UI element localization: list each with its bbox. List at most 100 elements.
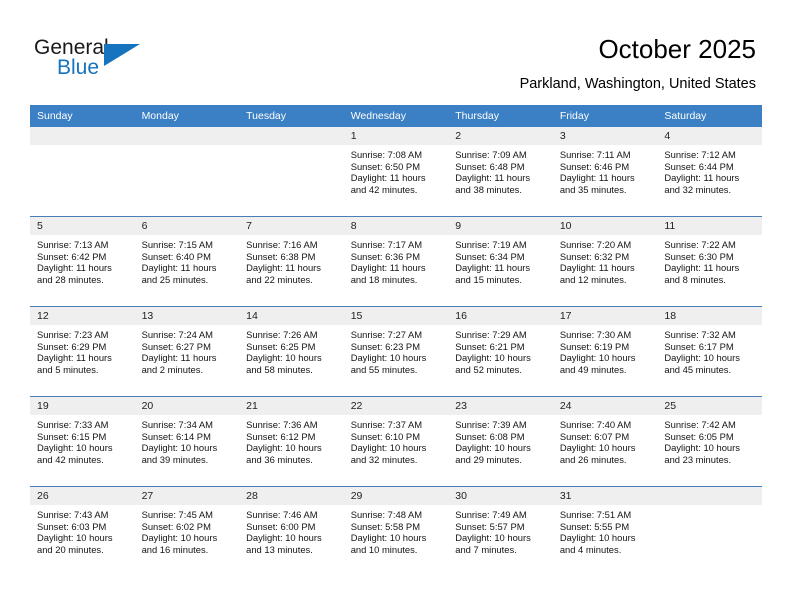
day-cell-inner: [239, 127, 344, 216]
calendar-week-row: 19 Sunrise: 7:33 AM Sunset: 6:15 PM Dayligh…: [30, 396, 762, 487]
calendar-day-cell[interactable]: 25 Sunrise: 7:42 AM Sunset: 6:05 PM Dayligh…: [657, 396, 762, 487]
sunrise-text: Sunrise: 7:11 AM: [559, 149, 631, 160]
calendar-day-cell[interactable]: 10 Sunrise: 7:20 AM Sunset: 6:32 PM Dayligh…: [552, 216, 658, 307]
calendar-week-row: 1 Sunrise: 7:08 AM Sunset: 6:50 PM Daylight…: [30, 127, 762, 217]
calendar-day-cell[interactable]: 5 Sunrise: 7:13 AM Sunset: 6:42 PM Daylight…: [30, 216, 135, 307]
sunrise-text: Sunrise: 7:48 AM: [350, 509, 423, 520]
day-cell-inner: 23 Sunrise: 7:39 AM Sunset: 6:08 PM Dayligh…: [448, 397, 553, 486]
calendar-day-cell[interactable]: 28 Sunrise: 7:46 AM Sunset: 6:00 PM Dayligh…: [239, 486, 344, 576]
sunset-text: Sunset: 6:36 PM: [350, 250, 420, 262]
calendar-day-cell[interactable]: 7 Sunrise: 7:16 AM Sunset: 6:38 PM Daylight…: [239, 216, 344, 307]
daylight-text-line1: Daylight: 10 hours: [664, 442, 740, 454]
day-number: 9: [448, 217, 553, 235]
calendar-day-cell[interactable]: 23 Sunrise: 7:39 AM Sunset: 6:08 PM Dayligh…: [448, 396, 553, 487]
sunrise-text: Sunrise: 7:37 AM: [350, 419, 423, 430]
day-number: 20: [134, 397, 240, 415]
calendar-day-cell[interactable]: 26 Sunrise: 7:43 AM Sunset: 6:03 PM Dayligh…: [30, 486, 135, 576]
day-cell-inner: 24 Sunrise: 7:40 AM Sunset: 6:07 PM Dayligh…: [552, 397, 658, 486]
day-number: 16: [448, 307, 553, 325]
calendar-day-cell[interactable]: 19 Sunrise: 7:33 AM Sunset: 6:15 PM Dayligh…: [30, 396, 135, 487]
logo-triangle-icon: [104, 44, 140, 66]
sunset-text: Sunset: 6:12 PM: [246, 430, 316, 442]
calendar-day-cell[interactable]: 22 Sunrise: 7:37 AM Sunset: 6:10 PM Dayligh…: [343, 396, 449, 487]
calendar-day-cell[interactable]: 3 Sunrise: 7:11 AM Sunset: 6:46 PM Daylight…: [552, 127, 658, 217]
calendar-day-cell[interactable]: 1 Sunrise: 7:08 AM Sunset: 6:50 PM Daylight…: [343, 127, 449, 217]
calendar-day-cell[interactable]: 17 Sunrise: 7:30 AM Sunset: 6:19 PM Dayligh…: [552, 306, 658, 397]
day-cell-inner: 17 Sunrise: 7:30 AM Sunset: 6:19 PM Dayligh…: [552, 307, 658, 396]
calendar-body: 1 Sunrise: 7:08 AM Sunset: 6:50 PM Daylight…: [30, 127, 762, 576]
calendar-day-cell[interactable]: 8 Sunrise: 7:17 AM Sunset: 6:36 PM Daylight…: [343, 216, 449, 307]
day-cell-inner: 27 Sunrise: 7:45 AM Sunset: 6:02 PM Dayligh…: [134, 487, 240, 576]
weekday-header-sunday: Sunday: [30, 105, 135, 127]
day-cell-inner: 31 Sunrise: 7:51 AM Sunset: 5:55 PM Dayligh…: [552, 487, 658, 576]
day-number: 10: [552, 217, 658, 235]
day-details: Sunrise: 7:24 AM Sunset: 6:27 PM Daylight:…: [135, 325, 240, 375]
daylight-text-line1: Daylight: 10 hours: [559, 352, 636, 364]
daylight-text-line1: Daylight: 10 hours: [246, 442, 322, 454]
sunset-text: Sunset: 5:57 PM: [455, 520, 525, 532]
daylight-text-line1: Daylight: 11 hours: [350, 172, 426, 184]
daylight-text-line2: and 22 minutes.: [246, 273, 313, 285]
calendar-day-cell[interactable]: 12 Sunrise: 7:23 AM Sunset: 6:29 PM Dayligh…: [30, 306, 135, 397]
calendar-day-cell[interactable]: 9 Sunrise: 7:19 AM Sunset: 6:34 PM Daylight…: [448, 216, 553, 307]
day-number: 11: [657, 217, 762, 235]
daylight-text-line2: and 15 minutes.: [455, 273, 522, 285]
calendar-day-cell[interactable]: 4 Sunrise: 7:12 AM Sunset: 6:44 PM Daylight…: [657, 127, 762, 217]
calendar-day-cell[interactable]: 18 Sunrise: 7:32 AM Sunset: 6:17 PM Dayligh…: [657, 306, 762, 397]
calendar-day-cell[interactable]: 27 Sunrise: 7:45 AM Sunset: 6:02 PM Dayligh…: [134, 486, 240, 576]
day-details: Sunrise: 7:49 AM Sunset: 5:57 PM Daylight:…: [448, 505, 553, 555]
daylight-text-line1: Daylight: 10 hours: [246, 352, 322, 364]
day-cell-inner: 12 Sunrise: 7:23 AM Sunset: 6:29 PM Dayligh…: [30, 307, 135, 396]
day-details: Sunrise: 7:27 AM Sunset: 6:23 PM Daylight:…: [344, 325, 449, 375]
sunrise-text: Sunrise: 7:22 AM: [664, 239, 736, 250]
day-cell-inner: 30 Sunrise: 7:49 AM Sunset: 5:57 PM Dayligh…: [448, 487, 553, 576]
calendar-day-cell[interactable]: 20 Sunrise: 7:34 AM Sunset: 6:14 PM Dayligh…: [134, 396, 240, 487]
calendar-day-cell[interactable]: 13 Sunrise: 7:24 AM Sunset: 6:27 PM Dayligh…: [134, 306, 240, 397]
daylight-text-line1: Daylight: 11 hours: [455, 262, 531, 274]
sunrise-text: Sunrise: 7:12 AM: [664, 149, 736, 160]
sunset-text: Sunset: 6:25 PM: [246, 340, 316, 352]
day-details: Sunrise: 7:17 AM Sunset: 6:36 PM Daylight:…: [344, 235, 449, 285]
calendar-day-cell[interactable]: 21 Sunrise: 7:36 AM Sunset: 6:12 PM Dayligh…: [239, 396, 344, 487]
day-cell-inner: 3 Sunrise: 7:11 AM Sunset: 6:46 PM Daylight…: [552, 127, 658, 216]
sunset-text: Sunset: 6:48 PM: [455, 160, 525, 172]
daylight-text-line1: Daylight: 10 hours: [37, 442, 113, 454]
sunset-text: Sunset: 6:42 PM: [37, 250, 107, 262]
sunrise-text: Sunrise: 7:17 AM: [350, 239, 423, 250]
day-cell-inner: [657, 487, 762, 576]
weekday-header-friday: Friday: [552, 105, 658, 127]
day-number: [134, 127, 240, 145]
daylight-text-line1: Daylight: 11 hours: [664, 262, 740, 274]
calendar-day-cell-empty: [239, 127, 344, 217]
calendar-day-cell[interactable]: 14 Sunrise: 7:26 AM Sunset: 6:25 PM Dayligh…: [239, 306, 344, 397]
day-number: 4: [657, 127, 762, 145]
calendar-day-cell[interactable]: 24 Sunrise: 7:40 AM Sunset: 6:07 PM Dayligh…: [552, 396, 658, 487]
calendar-day-cell[interactable]: 31 Sunrise: 7:51 AM Sunset: 5:55 PM Dayligh…: [552, 486, 658, 576]
day-number: 18: [657, 307, 762, 325]
day-details: Sunrise: 7:09 AM Sunset: 6:48 PM Daylight:…: [448, 145, 553, 195]
sunset-text: Sunset: 6:14 PM: [141, 430, 211, 442]
daylight-text-line1: Daylight: 10 hours: [350, 352, 427, 364]
calendar-day-cell[interactable]: 11 Sunrise: 7:22 AM Sunset: 6:30 PM Dayligh…: [657, 216, 762, 307]
day-details: Sunrise: 7:48 AM Sunset: 5:58 PM Daylight:…: [344, 505, 449, 555]
day-number: [239, 127, 344, 145]
sunset-text: Sunset: 6:46 PM: [559, 160, 630, 172]
daylight-text-line1: Daylight: 10 hours: [664, 352, 740, 364]
daylight-text-line1: Daylight: 10 hours: [455, 442, 531, 454]
calendar-day-cell[interactable]: 2 Sunrise: 7:09 AM Sunset: 6:48 PM Daylight…: [448, 127, 553, 217]
day-cell-inner: 15 Sunrise: 7:27 AM Sunset: 6:23 PM Dayligh…: [343, 307, 449, 396]
sunset-text: Sunset: 6:02 PM: [141, 520, 211, 532]
calendar-day-cell[interactable]: 29 Sunrise: 7:48 AM Sunset: 5:58 PM Dayligh…: [343, 486, 449, 576]
sunrise-text: Sunrise: 7:51 AM: [559, 509, 632, 520]
day-number: 14: [239, 307, 344, 325]
general-blue-logo[interactable]: General Blue: [34, 36, 154, 84]
sunset-text: Sunset: 6:05 PM: [664, 430, 734, 442]
calendar-day-cell[interactable]: 30 Sunrise: 7:49 AM Sunset: 5:57 PM Dayligh…: [448, 486, 553, 576]
calendar-day-cell[interactable]: 15 Sunrise: 7:27 AM Sunset: 6:23 PM Dayligh…: [343, 306, 449, 397]
calendar-day-cell[interactable]: 6 Sunrise: 7:15 AM Sunset: 6:40 PM Daylight…: [134, 216, 240, 307]
calendar-day-cell[interactable]: 16 Sunrise: 7:29 AM Sunset: 6:21 PM Dayligh…: [448, 306, 553, 397]
sunset-text: Sunset: 5:58 PM: [350, 520, 420, 532]
daylight-text-line2: and 42 minutes.: [37, 453, 104, 465]
daylight-text-line1: Daylight: 10 hours: [141, 442, 218, 454]
day-details: Sunrise: 7:11 AM Sunset: 6:46 PM Daylight:…: [553, 145, 658, 195]
